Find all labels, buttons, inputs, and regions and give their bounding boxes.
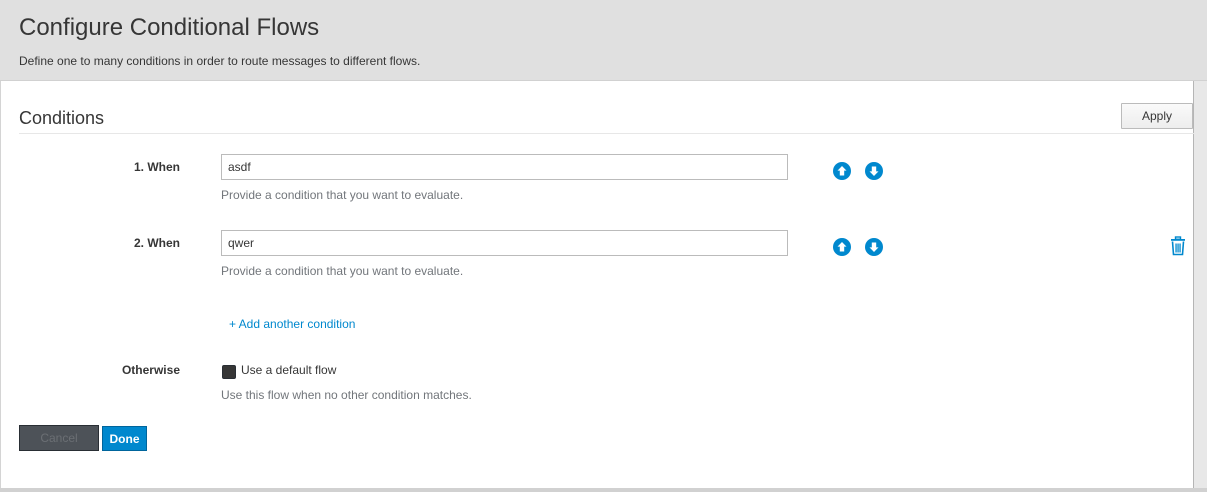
condition-2-input[interactable] (221, 230, 788, 256)
condition-1-move-up-icon[interactable] (833, 162, 851, 180)
page-title: Configure Conditional Flows (19, 14, 320, 41)
otherwise-help: Use this flow when no other condition ma… (221, 388, 472, 402)
apply-button[interactable]: Apply (1121, 103, 1193, 129)
condition-1-label: 1. When (133, 160, 180, 174)
condition-2-label: 2. When (133, 236, 180, 250)
condition-2-help: Provide a condition that you want to eva… (221, 264, 464, 278)
section-title: Conditions (19, 108, 105, 128)
cancel-button[interactable]: Cancel (19, 425, 99, 451)
default-flow-checkbox-label[interactable]: Use a default flow (241, 363, 336, 377)
condition-2-move-down-icon[interactable] (865, 238, 883, 256)
condition-2-delete-trash-icon[interactable] (1169, 236, 1187, 256)
page-header: Configure Conditional Flows Define one t… (0, 0, 1207, 81)
condition-1-input[interactable] (221, 154, 788, 180)
section-divider (19, 133, 1194, 134)
page-subtitle: Define one to many conditions in order t… (19, 54, 421, 68)
add-another-condition-link[interactable]: + Add another condition (229, 317, 355, 331)
otherwise-label: Otherwise (121, 363, 180, 377)
condition-1-help: Provide a condition that you want to eva… (221, 188, 464, 202)
footer-strip (0, 488, 1207, 492)
default-flow-checkbox[interactable] (222, 365, 236, 379)
condition-2-move-up-icon[interactable] (833, 238, 851, 256)
condition-1-move-down-icon[interactable] (865, 162, 883, 180)
done-button[interactable]: Done (102, 426, 147, 451)
